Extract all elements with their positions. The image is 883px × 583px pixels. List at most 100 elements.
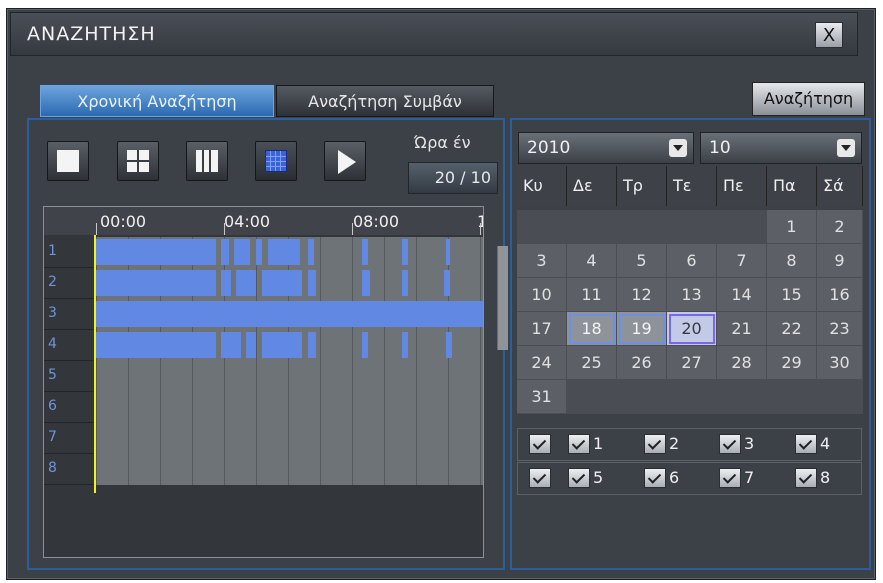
calendar-day[interactable]: 13 — [667, 278, 717, 312]
tab-event-search[interactable]: Αναζήτηση Συμβάν — [276, 85, 494, 117]
channel-number: 4 — [48, 336, 57, 352]
timeline-track[interactable] — [96, 361, 483, 392]
calendar-day[interactable]: 28 — [717, 346, 767, 380]
layout-1-button[interactable] — [47, 141, 89, 181]
calendar-day[interactable]: 12 — [617, 278, 667, 312]
weekday-header: Κυ — [517, 166, 567, 206]
calendar-day[interactable]: 9 — [817, 244, 863, 278]
recording-segment — [236, 270, 256, 296]
layout-16-button[interactable] — [255, 141, 297, 181]
timeline-row[interactable]: 3 — [44, 299, 483, 330]
time-label: Ώρα έν — [414, 133, 471, 152]
calendar-day[interactable]: 17 — [517, 312, 567, 346]
timeline-cursor[interactable] — [94, 235, 96, 493]
calendar-day[interactable]: 14 — [717, 278, 767, 312]
timeline-track[interactable] — [96, 423, 483, 454]
calendar-day[interactable]: 2 — [817, 210, 863, 244]
calendar-day[interactable]: 19 — [617, 312, 667, 346]
channel-checkbox[interactable] — [568, 434, 590, 454]
all-channels-checkbox[interactable] — [529, 468, 551, 488]
timeline-track[interactable] — [96, 299, 483, 330]
recording-segment — [246, 332, 256, 358]
weekday-header: Πα — [767, 166, 817, 206]
layout-1-icon — [57, 150, 79, 172]
recording-segment — [308, 239, 314, 265]
recording-segment — [362, 270, 370, 296]
channel-checkbox-label: 3 — [744, 434, 755, 453]
channel-checkbox[interactable] — [719, 434, 741, 454]
calendar-day[interactable]: 5 — [617, 244, 667, 278]
recording-segment — [268, 239, 300, 265]
tab-time-search[interactable]: Χρονική Αναζήτηση — [40, 85, 274, 117]
calendar-day[interactable]: 3 — [517, 244, 567, 278]
calendar-day[interactable]: 20 — [667, 312, 717, 346]
month-select[interactable]: 10 — [700, 132, 862, 164]
channel-number: 6 — [48, 398, 57, 414]
channel-checkbox-label: 1 — [593, 434, 604, 453]
weekday-header: Τε — [667, 166, 717, 206]
weekday-header: Πε — [717, 166, 767, 206]
chevron-down-icon[interactable] — [669, 139, 687, 157]
timeline-track[interactable] — [96, 454, 483, 485]
layout-9-button[interactable] — [186, 141, 228, 181]
calendar-day[interactable]: 1 — [767, 210, 817, 244]
calendar-day[interactable]: 25 — [567, 346, 617, 380]
calendar-empty-cell — [517, 210, 567, 244]
timeline-track[interactable] — [96, 392, 483, 423]
timeline-row[interactable]: 5 — [44, 361, 483, 392]
play-button[interactable] — [324, 141, 366, 181]
year-select[interactable]: 2010 — [518, 132, 694, 164]
panel-splitter-handle[interactable] — [497, 246, 508, 350]
hour-label: 00:00 — [100, 212, 147, 231]
chevron-down-icon[interactable] — [837, 139, 855, 157]
calendar-day[interactable]: 29 — [767, 346, 817, 380]
timeline-row[interactable]: 7 — [44, 423, 483, 454]
timeline-row[interactable]: 8 — [44, 454, 483, 485]
search-button[interactable]: Αναζήτηση — [752, 82, 865, 116]
calendar-day[interactable]: 23 — [817, 312, 863, 346]
calendar-day[interactable]: 7 — [717, 244, 767, 278]
layout-4-button[interactable] — [117, 141, 159, 181]
timeline-row[interactable]: 4 — [44, 330, 483, 361]
calendar-day[interactable]: 18 — [567, 312, 617, 346]
channel-checkbox[interactable] — [719, 468, 741, 488]
recording-segment — [446, 332, 452, 358]
all-channels-checkbox[interactable] — [529, 434, 551, 454]
calendar-day[interactable]: 8 — [767, 244, 817, 278]
recording-segment — [402, 332, 408, 358]
date-field[interactable]: 20 / 10 — [408, 162, 498, 194]
calendar-day[interactable]: 10 — [517, 278, 567, 312]
channel-checkbox[interactable] — [795, 434, 817, 454]
channel-checkbox[interactable] — [568, 468, 590, 488]
window-title: ΑΝΑΖΗΤΗΣΗ — [27, 23, 156, 45]
hour-label: 08:00 — [353, 212, 400, 231]
timeline-track[interactable] — [96, 330, 483, 361]
channel-checkbox[interactable] — [795, 468, 817, 488]
calendar-empty-cell — [717, 380, 767, 414]
calendar-day[interactable]: 31 — [517, 380, 567, 414]
calendar-day[interactable]: 4 — [567, 244, 617, 278]
calendar-day[interactable]: 16 — [817, 278, 863, 312]
calendar-day[interactable]: 26 — [617, 346, 667, 380]
calendar-day[interactable]: 6 — [667, 244, 717, 278]
timeline-track[interactable] — [96, 268, 483, 299]
calendar-day[interactable]: 11 — [567, 278, 617, 312]
timeline-track[interactable] — [96, 237, 483, 268]
calendar-day[interactable]: 27 — [667, 346, 717, 380]
timeline-row[interactable]: 1 — [44, 237, 483, 268]
calendar-day[interactable]: 24 — [517, 346, 567, 380]
channel-number: 8 — [48, 460, 57, 476]
timeline-row[interactable]: 2 — [44, 268, 483, 299]
calendar-day[interactable]: 15 — [767, 278, 817, 312]
close-button[interactable]: X — [815, 22, 843, 48]
calendar-day[interactable]: 22 — [767, 312, 817, 346]
channel-checkbox[interactable] — [644, 468, 666, 488]
timeline-row[interactable]: 6 — [44, 392, 483, 423]
channel-number: 7 — [48, 429, 57, 445]
calendar-day[interactable]: 30 — [817, 346, 863, 380]
channel-checkbox[interactable] — [644, 434, 666, 454]
calendar-day[interactable]: 21 — [717, 312, 767, 346]
recording-segment — [362, 332, 368, 358]
recording-segment — [308, 332, 316, 358]
timeline[interactable]: 00:00 04:00 08:00 1 1 2 — [43, 206, 484, 558]
